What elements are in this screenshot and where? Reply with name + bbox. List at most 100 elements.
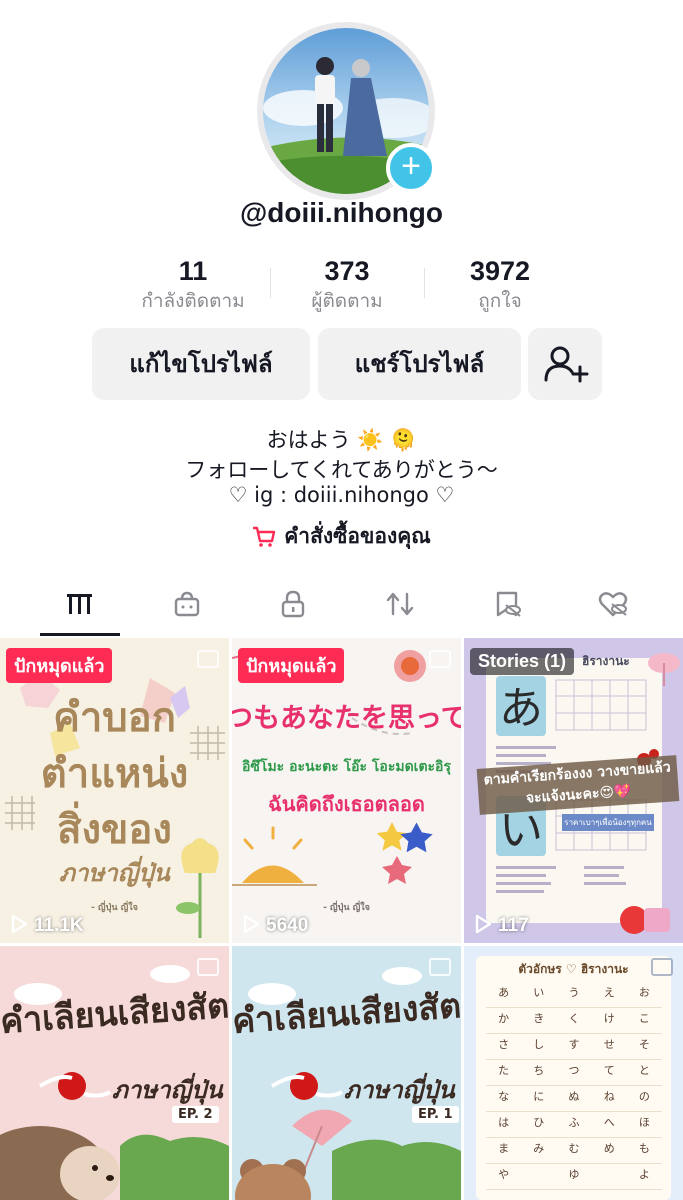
kana-grid: あ い う え おか き く け こさ し す せ そた ち つ て とな に ぬ ね のは ひ ふ へ ほま み む め もや ゆ よ <box>486 982 662 1190</box>
kana-row: な に ぬ ね の <box>486 1086 662 1112</box>
kana-cell <box>592 1164 627 1189</box>
active-tab-indicator <box>40 633 120 636</box>
video-tile-2[interactable]: つもあなたを思ってい อิซึโมะ อะนะตะ โอ๊ะ โอะมดเตะอ… <box>232 638 461 943</box>
kana-cell: し <box>533 1038 545 1051</box>
kana-cell: さ <box>498 1038 510 1051</box>
kana-row: はひふへほ <box>486 1112 662 1138</box>
kana-row: やゆよ <box>486 1164 662 1190</box>
repost-icon <box>386 592 414 616</box>
tab-videos[interactable] <box>40 578 120 630</box>
view-count-value: 11.1K <box>34 915 84 936</box>
share-profile-button[interactable]: แชร์โปรไฟล์ <box>318 328 521 400</box>
kana-cell: こ <box>638 1012 650 1025</box>
kana-cell: と <box>638 1064 650 1077</box>
add-friend-icon <box>544 346 589 383</box>
stat-divider <box>270 268 271 298</box>
kana-cell: い <box>533 986 545 999</box>
video-1-title-line: สิ่งของ <box>57 807 172 853</box>
kana-cell: に <box>533 1090 545 1103</box>
play-icon <box>475 914 492 934</box>
shop-bag-icon <box>174 591 200 617</box>
kana-cell: あ <box>498 986 510 999</box>
stat-likes-value: 3972 <box>469 256 531 286</box>
kana-cell: む <box>568 1142 580 1155</box>
username: @doiii.nihongo <box>239 197 444 228</box>
view-count: 117 <box>474 914 529 937</box>
kana-cell: う <box>568 986 580 999</box>
video-3-header: ฮิรางานะ <box>582 654 630 668</box>
video-1-subtitle: ภาษาญี่ปุ่น <box>59 859 170 887</box>
bio-line-1: おはよう ☀️ 🫠 <box>266 428 417 452</box>
video-1-title-line: ตำแหน่ง <box>40 751 189 797</box>
kana-cell: て <box>603 1064 615 1077</box>
video-2-romaji: อิซึโมะ อะนะตะ โอ๊ะ โอะมดเตะอิรุ <box>242 759 451 775</box>
kana-cell: な <box>498 1090 510 1103</box>
stat-following-label: กำลังติดตาม <box>141 290 245 312</box>
video-tile-6[interactable]: ตัวอักษร ♡ ฮิรางานะ あいうえおかきくけこさしすせそたちつてと… <box>464 946 683 1200</box>
kana-cell: み <box>533 1142 545 1155</box>
video-1-title-line: คำบอก <box>53 695 176 741</box>
kana-cell: ね <box>603 1090 615 1103</box>
liked-hidden-icon <box>598 592 628 617</box>
kana-cell: か <box>498 1012 510 1025</box>
edit-profile-button[interactable]: แก้ไขโปรไฟล์ <box>92 328 310 400</box>
video-tile-1[interactable]: คำบอก ตำแหน่ง สิ่งของ ภาษาญี่ปุ่น - ญี่ป… <box>0 638 229 943</box>
kana-cell: ひ <box>533 1116 545 1129</box>
add-friend-button[interactable] <box>528 328 602 400</box>
view-count-value: 117 <box>498 915 529 936</box>
stat-followers-label: ผู้ติดตาม <box>311 290 383 312</box>
tab-favorites[interactable] <box>467 578 547 630</box>
kana-cell: も <box>638 1142 650 1155</box>
kana-cell <box>521 1164 556 1189</box>
view-count-value: 5640 <box>266 915 309 936</box>
kana-cell: ち <box>533 1064 545 1077</box>
kana-cell: つ <box>568 1064 580 1077</box>
stat-likes[interactable]: 3972 ถูกใจ <box>425 254 575 314</box>
bookmark-hidden-icon <box>496 591 521 617</box>
add-avatar-button[interactable]: + <box>386 143 436 193</box>
kana-cell: ゆ <box>568 1168 580 1181</box>
profile-tabs <box>0 578 683 638</box>
video-tile-3[interactable]: あ い ฮิรางานะ ตามคำเรียกร้องงง วางขายแล้ว… <box>464 638 683 943</box>
kana-cell: よ <box>638 1168 650 1181</box>
video-2-credit: - ญี่ปุ่น ญี่ใจ <box>323 903 370 913</box>
video-2-thai-text: ฉันคิดถึงเธอตลอด <box>268 792 425 816</box>
tab-reposts[interactable] <box>360 578 440 630</box>
pinned-badge: ปักหมุดแล้ว <box>6 648 113 683</box>
your-orders-label: คำสั่งซื้อของคุณ <box>284 524 431 548</box>
video-4-episode: EP. 2 <box>172 1106 219 1123</box>
video-3-price-note: ราคาเบาๆเพื่อน้องๆทุกคน <box>562 814 654 831</box>
kana-cell: ぬ <box>568 1090 580 1103</box>
pinned-badge: ปักหมุดแล้ว <box>238 648 345 683</box>
video-5-subtitle: ภาษาญี่ปุ่น <box>344 1076 455 1104</box>
kana-cell: ふ <box>568 1116 580 1129</box>
kana-cell: め <box>603 1142 615 1155</box>
kana-cell: く <box>568 1012 580 1025</box>
video-tile-5[interactable]: คำเลียนเสียงสัตว์ ภาษาญี่ปุ่น EP. 1 <box>232 946 461 1200</box>
photo-mode-icon <box>197 958 219 976</box>
tab-liked[interactable] <box>573 578 653 630</box>
video-2-jp-text: つもあなたを思ってい <box>232 703 461 734</box>
tab-shop[interactable] <box>147 578 227 630</box>
your-orders-link[interactable]: คำสั่งซื้อของคุณ <box>0 520 683 553</box>
stat-following[interactable]: 11 กำลังติดตาม <box>118 254 268 314</box>
tab-private[interactable] <box>253 578 333 630</box>
kana-cell: え <box>603 986 615 999</box>
kana-row: あいうえお <box>486 982 662 1008</box>
stat-followers[interactable]: 373 ผู้ติดตาม <box>272 254 422 314</box>
kana-row: たちつてと <box>486 1060 662 1086</box>
play-icon <box>11 914 28 934</box>
photo-mode-icon <box>651 958 673 976</box>
stat-likes-label: ถูกใจ <box>478 290 522 312</box>
photo-mode-icon <box>429 650 451 668</box>
view-count: 11.1K <box>10 914 84 937</box>
kana-row: ま み む め も <box>486 1138 662 1164</box>
video-tile-4[interactable]: คำเลียนเสียงสัตว์ ภาษาญี่ปุ่น EP. 2 <box>0 946 229 1200</box>
photo-mode-icon <box>197 650 219 668</box>
kana-cell: き <box>533 1012 545 1025</box>
lock-icon <box>281 590 305 618</box>
kana-cell: や <box>498 1168 510 1181</box>
kana-cell: す <box>568 1038 580 1051</box>
view-count: 5640 <box>242 914 308 937</box>
video-5-episode: EP. 1 <box>412 1106 459 1123</box>
